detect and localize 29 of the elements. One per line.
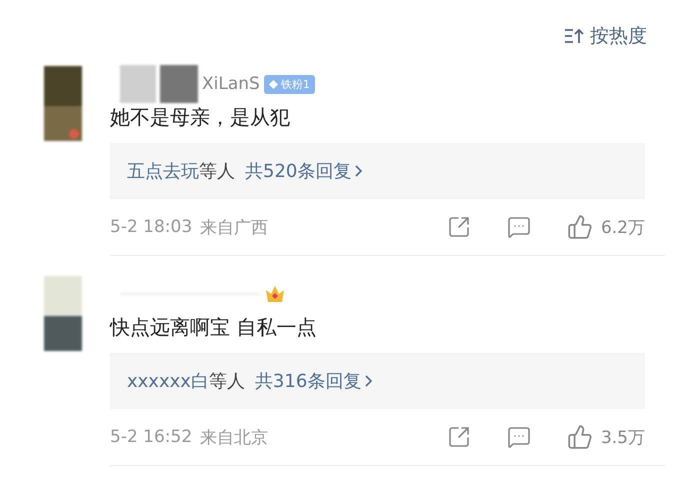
share-icon[interactable] [446,215,471,239]
comment-icon[interactable] [506,425,531,449]
replies-link[interactable]: 共520条回复 [245,159,362,183]
chevron-icon [355,165,362,177]
chevron-icon [365,375,372,387]
replies-panel[interactable]: 五点去玩等人 共520条回复 [110,143,645,199]
reply-users[interactable]: xxxxxx白 [127,371,209,392]
reply-suffix: 等人 [208,371,245,392]
reply-suffix: 等人 [199,161,235,182]
like-button[interactable]: 6.2万 [566,214,645,240]
comment-time: 5-2 16:52 [110,427,192,447]
share-icon[interactable] [446,425,471,449]
thumbs-up-icon [566,424,593,450]
comment-location: 来自广西 [200,216,268,238]
username[interactable]: XiLanS [202,74,260,94]
comment-text: 快点远离啊宝 自私一点 [110,314,318,341]
sort-button[interactable]: 按热度 [564,20,647,52]
thumbs-up-icon [566,214,593,240]
like-button[interactable]: 3.5万 [566,424,645,450]
replies-link[interactable]: 共316条回复 [254,369,372,393]
comment-time: 5-2 18:03 [110,217,192,237]
comment-location: 来自北京 [200,426,268,448]
fan-badge: 铁粉1 [264,74,315,94]
sort-icon [564,27,584,45]
diamond-icon [268,80,278,88]
reply-users[interactable]: 五点去玩 [127,161,199,182]
comment-icon[interactable] [506,215,531,239]
replies-panel[interactable]: xxxxxx白等人 共316条回复 [110,353,645,409]
comment-text: 她不是母亲，是从犯 [110,104,291,131]
